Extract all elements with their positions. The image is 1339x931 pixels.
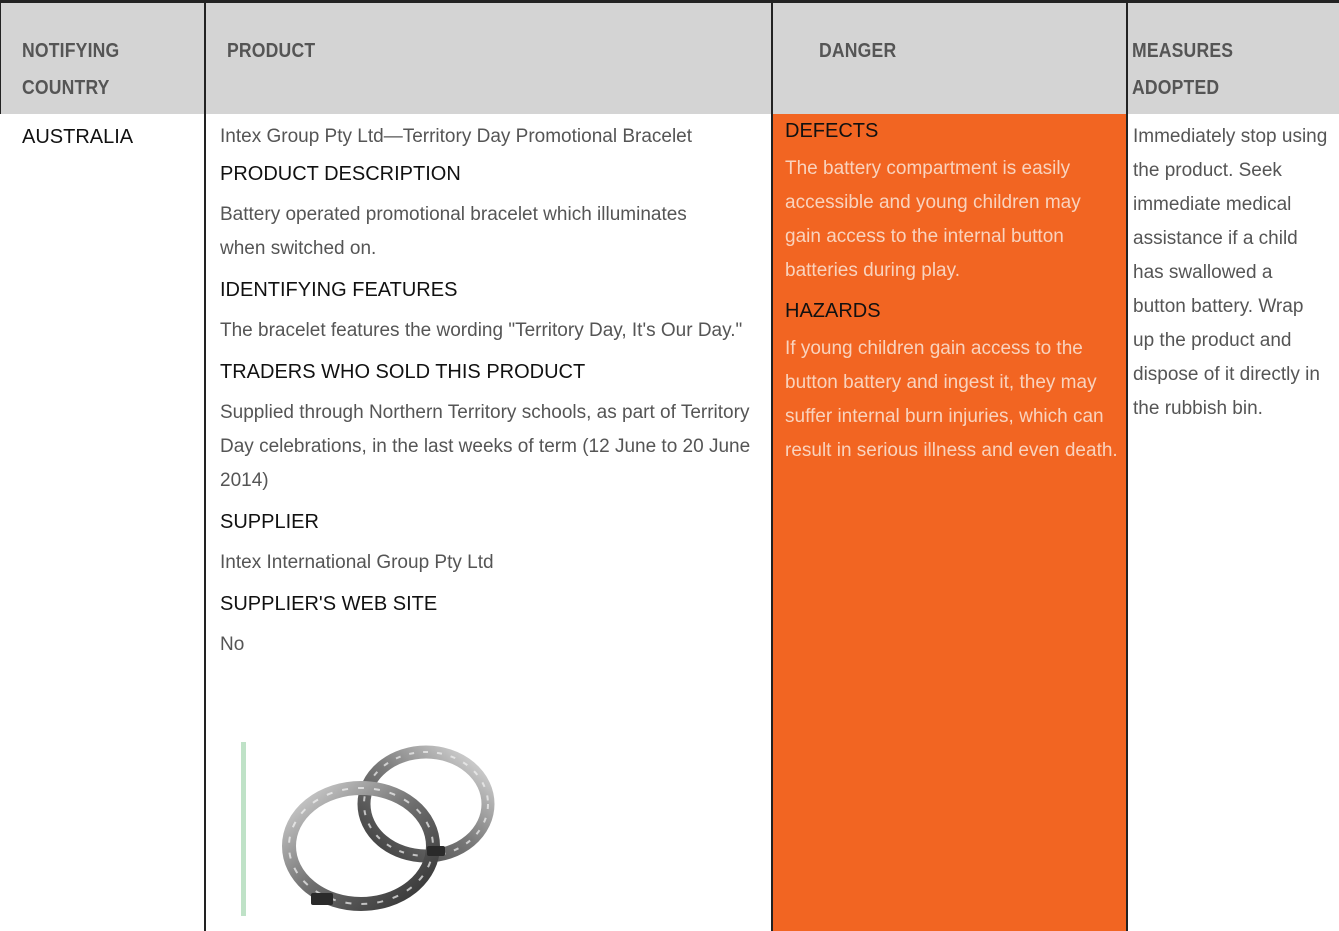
bracelet-icon: [282, 745, 495, 911]
header-country: NOTIFYING COUNTRY: [22, 40, 120, 99]
header-product: PRODUCT: [227, 40, 316, 62]
section-text: Intex International Group Pty Ltd: [220, 552, 494, 573]
header-cell-country: NOTIFYING COUNTRY: [0, 0, 204, 114]
section-heading: TRADERS WHO SOLD THIS PRODUCT: [220, 361, 586, 383]
section-text: The bracelet features the wording "Terri…: [220, 320, 743, 341]
country-value: AUSTRALIA: [22, 126, 134, 148]
section-heading: IDENTIFYING FEATURES: [220, 279, 458, 301]
header-cell-measures: MEASURES ADOPTED: [1128, 0, 1339, 114]
hazards-text: If young children gain access to the but…: [785, 338, 1118, 461]
section-heading: SUPPLIER: [220, 511, 319, 533]
section-traders: TRADERS WHO SOLD THIS PRODUCT Supplied t…: [220, 358, 771, 498]
grid-line: [0, 0, 1, 114]
section-text: Supplied through Northern Territory scho…: [220, 402, 751, 491]
header-measures: MEASURES ADOPTED: [1132, 40, 1234, 99]
image-border-bar: [241, 742, 246, 916]
recall-table: NOTIFYING COUNTRY PRODUCT DANGER MEASURE…: [0, 0, 1339, 931]
measures-text: Immediately stop using the product. Seek…: [1133, 126, 1328, 419]
section-supplier: SUPPLIER Intex International Group Pty L…: [220, 508, 771, 580]
section-text: Battery operated promotional bracelet wh…: [220, 204, 687, 259]
product-title: Intex Group Pty Ltd—Territory Day Promot…: [220, 126, 693, 147]
cell-country: AUSTRALIA: [0, 114, 204, 931]
section-website: SUPPLIER'S WEB SITE No: [220, 590, 771, 662]
header-danger: DANGER: [819, 40, 897, 62]
section-heading: PRODUCT DESCRIPTION: [220, 163, 461, 185]
bracelet-image: [241, 742, 511, 916]
section-description: PRODUCT DESCRIPTION Battery operated pro…: [220, 160, 771, 266]
defects-text: The battery compartment is easily access…: [785, 158, 1081, 281]
hazards-heading: HAZARDS: [785, 300, 881, 322]
cell-danger: DEFECTS The battery compartment is easil…: [773, 114, 1126, 931]
defects-heading: DEFECTS: [785, 120, 879, 142]
header-cell-product: PRODUCT: [206, 0, 771, 114]
section-heading: SUPPLIER'S WEB SITE: [220, 593, 438, 615]
section-text: No: [220, 634, 245, 655]
cell-measures: Immediately stop using the product. Seek…: [1128, 114, 1339, 931]
section-identifying: IDENTIFYING FEATURES The bracelet featur…: [220, 276, 771, 348]
header-cell-danger: DANGER: [773, 0, 1126, 114]
